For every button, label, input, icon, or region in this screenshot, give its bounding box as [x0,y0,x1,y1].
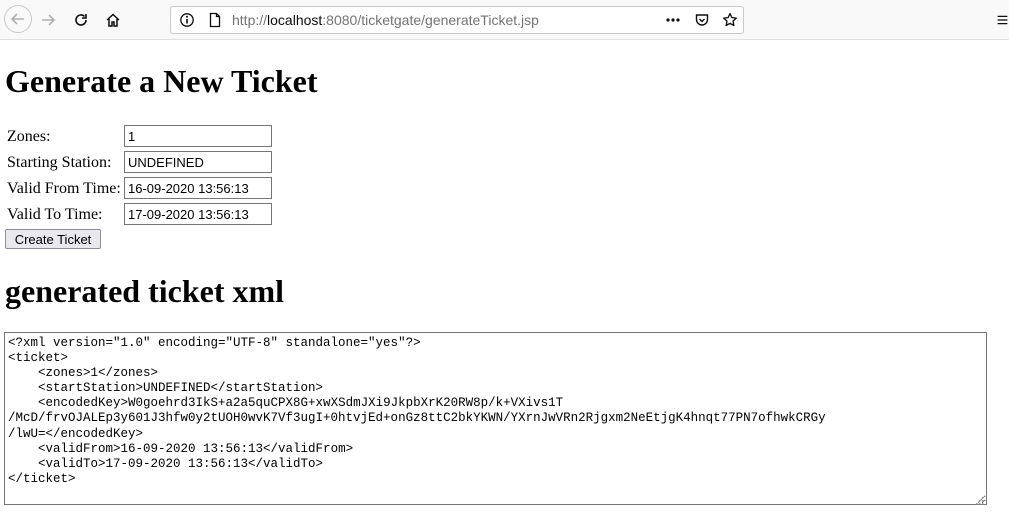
create-ticket-button[interactable]: Create Ticket [5,229,101,249]
starting-station-label: Starting Station: [7,154,112,171]
starting-station-input[interactable] [124,151,272,173]
url-host: localhost [267,12,323,28]
back-arrow-icon[interactable] [4,5,32,33]
pocket-icon[interactable] [694,12,710,28]
url-text[interactable]: http://localhost:8080/ticketgate/generat… [232,12,539,28]
site-info-icon[interactable] [179,12,195,28]
hamburger-menu-icon[interactable] [996,11,1009,29]
bookmark-star-icon[interactable] [722,12,738,28]
page-icon [207,12,223,28]
url-bar[interactable]: http://localhost:8080/ticketgate/generat… [170,6,744,34]
valid-from-input[interactable] [124,177,272,199]
more-actions-icon[interactable] [665,12,681,28]
zones-label: Zones: [7,128,51,145]
valid-to-label: Valid To Time: [7,206,103,223]
xml-section-title: generated ticket xml [5,273,285,309]
page-title: Generate a New Ticket [5,63,318,99]
url-prefix: http:// [232,12,268,28]
zones-input[interactable] [124,125,272,147]
home-icon[interactable] [99,6,127,34]
browser-toolbar: http://localhost:8080/ticketgate/generat… [0,0,1009,40]
url-rest: :8080/ticketgate/generateTicket.jsp [322,12,539,28]
forward-arrow-icon[interactable] [34,6,62,34]
reload-icon[interactable] [67,6,95,34]
ticket-xml-textarea[interactable]: <?xml version="1.0" encoding="UTF-8" sta… [4,332,987,505]
valid-to-input[interactable] [124,203,272,225]
valid-from-label: Valid From Time: [7,180,121,197]
resize-grip-icon[interactable] [975,493,985,505]
